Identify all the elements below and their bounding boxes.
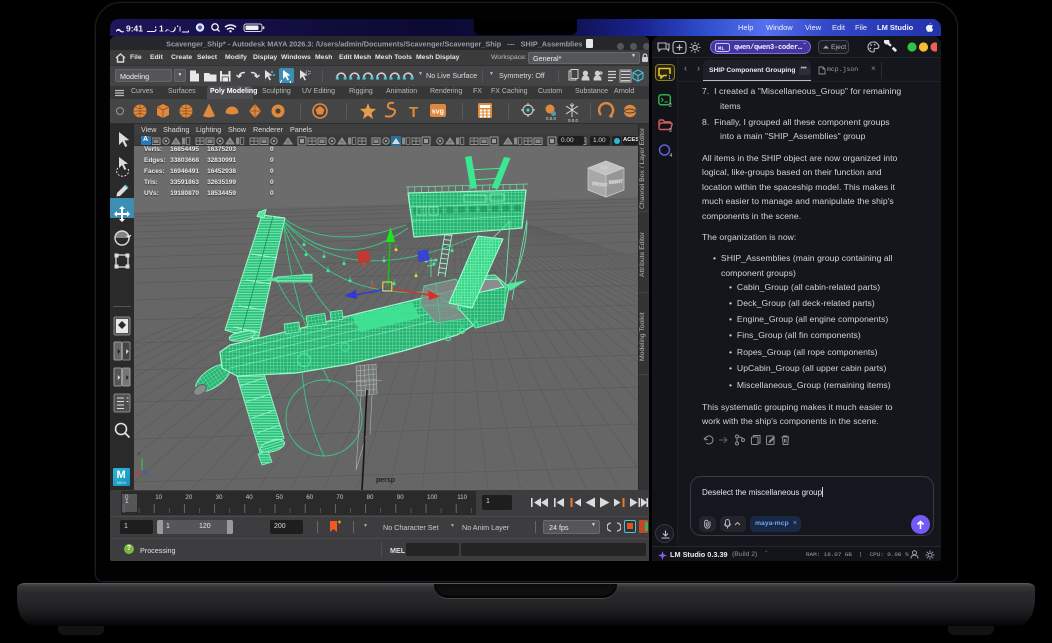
svg-text:3: 3 [669,128,672,132]
svg-text:0: 0 [125,494,129,501]
svg-text:60: 60 [306,494,313,501]
svg-text:1: 1 [668,75,671,79]
svg-text:110: 110 [457,494,467,501]
svg-text:0.0.0: 0.0.0 [568,118,579,123]
svg-text:10: 10 [155,494,162,501]
svg-text:0.0.0: 0.0.0 [546,116,557,121]
svg-text:persp: persp [376,477,395,484]
svg-text:90: 90 [397,494,404,501]
svg-text:T: T [409,104,418,121]
svg-text:40: 40 [246,494,253,501]
svg-text:2: 2 [669,103,672,107]
svg-text:TOP: TOP [600,166,608,170]
svg-text:svg: svg [432,109,444,116]
svg-text:9:41: 9:41 [126,23,143,33]
svg-text:30: 30 [216,494,223,501]
svg-text:100: 100 [427,494,438,501]
svg-text:80: 80 [367,494,374,501]
svg-text:50: 50 [276,494,283,501]
svg-text:4: 4 [670,153,673,157]
svg-text:70: 70 [336,494,343,501]
svg-text:1: 1 [159,23,164,33]
svg-text:20: 20 [185,494,192,501]
